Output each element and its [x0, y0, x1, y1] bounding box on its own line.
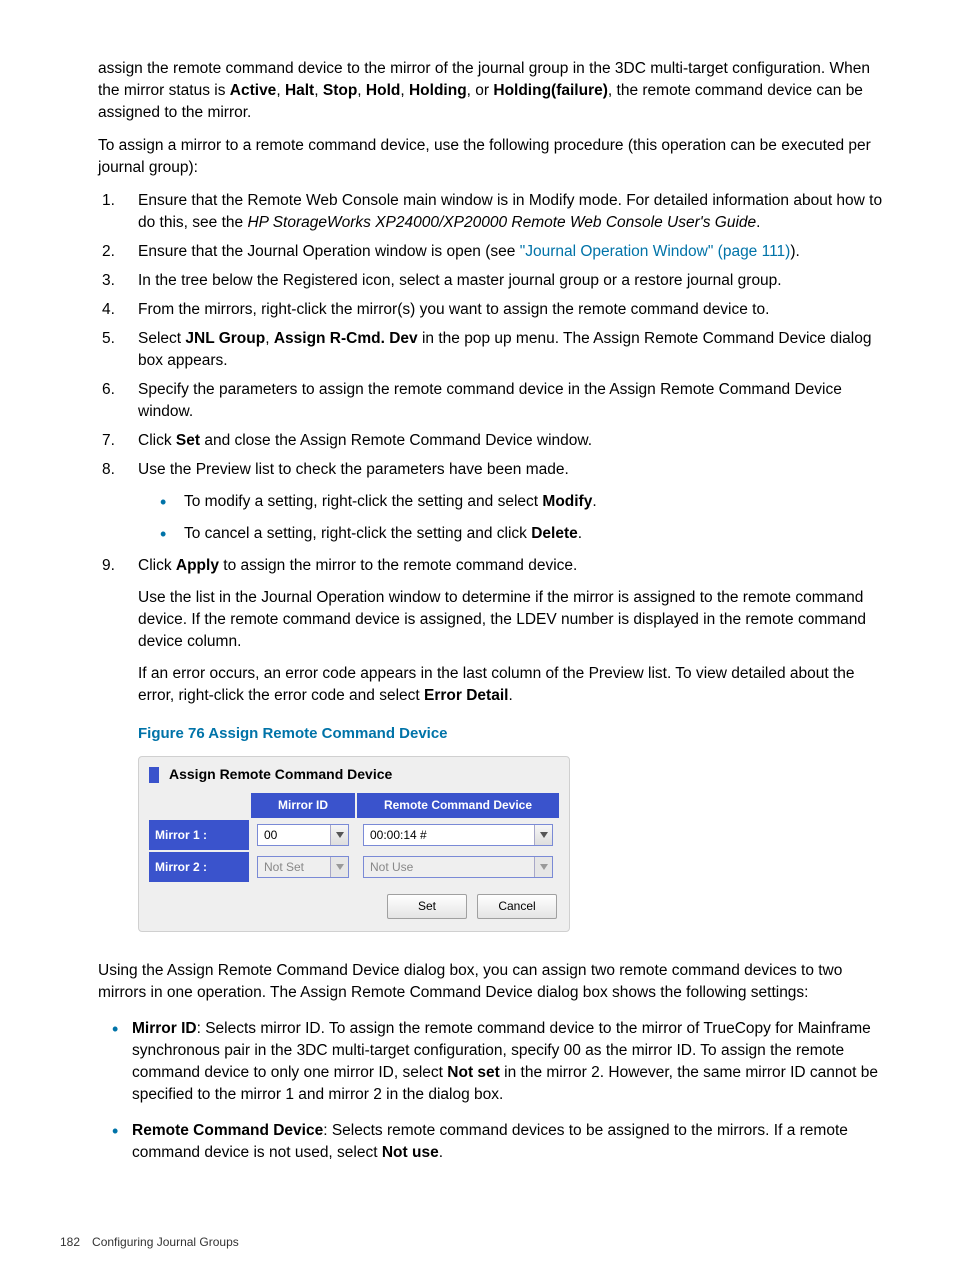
text: . — [756, 214, 760, 231]
not-use-label: Not use — [382, 1144, 439, 1161]
step-7: Click Set and close the Assign Remote Co… — [130, 430, 888, 452]
text: . — [439, 1144, 443, 1161]
mirror2-rcd-value: Not Use — [364, 857, 534, 877]
state-halt: Halt — [285, 82, 314, 99]
col-mirror-id: Mirror ID — [251, 793, 355, 818]
step-2: Ensure that the Journal Operation window… — [130, 241, 888, 263]
text: . — [508, 687, 512, 704]
text: To modify a setting, right-click the set… — [184, 493, 542, 510]
mirror2-id-dropdown[interactable]: Not Set — [257, 856, 349, 878]
text: ). — [790, 243, 799, 260]
text: , — [265, 330, 274, 347]
delete-label: Delete — [531, 525, 578, 542]
intro-paragraph-2: To assign a mirror to a remote command d… — [98, 135, 888, 179]
section-title: Configuring Journal Groups — [92, 1234, 239, 1251]
chevron-down-icon — [330, 825, 348, 845]
step-9-para-1: Use the list in the Journal Operation wi… — [138, 587, 888, 653]
dialog-table: Mirror ID Remote Command Device Mirror 1… — [147, 791, 561, 884]
apply-label: Apply — [176, 557, 219, 574]
dialog-title-row: Assign Remote Command Device — [147, 765, 561, 785]
chevron-down-icon — [534, 857, 552, 877]
journal-operation-link[interactable]: "Journal Operation Window" (page 111) — [520, 243, 791, 260]
mirror2-id-value: Not Set — [258, 857, 330, 877]
row2-label: Mirror 2 : — [149, 852, 249, 882]
dialog-figure: Assign Remote Command Device Mirror ID R… — [138, 756, 888, 932]
state-active: Active — [230, 82, 277, 99]
figure-caption: Figure 76 Assign Remote Command Device — [138, 723, 888, 744]
page-number: 182 — [60, 1234, 80, 1251]
mirror1-rcd-dropdown[interactable]: 00:00:14 # — [363, 824, 553, 846]
procedure-list: Ensure that the Remote Web Console main … — [130, 190, 888, 707]
step-1: Ensure that the Remote Web Console main … — [130, 190, 888, 234]
menu-assign-rcmd: Assign R-Cmd. Dev — [274, 330, 418, 347]
text: to assign the mirror to the remote comma… — [219, 557, 577, 574]
state-stop: Stop — [323, 82, 357, 99]
settings-list: Mirror ID: Selects mirror ID. To assign … — [132, 1018, 888, 1164]
text: To cancel a setting, right-click the set… — [184, 525, 531, 542]
chevron-down-icon — [330, 857, 348, 877]
step-4: From the mirrors, right-click the mirror… — [130, 299, 888, 321]
state-holding: Holding — [409, 82, 467, 99]
text: Select — [138, 330, 185, 347]
text: Click — [138, 432, 176, 449]
mirror-id-term: Mirror ID — [132, 1020, 197, 1037]
text: and close the Assign Remote Command Devi… — [200, 432, 592, 449]
step-6: Specify the parameters to assign the rem… — [130, 379, 888, 423]
step-9-para-2: If an error occurs, an error code appear… — [138, 663, 888, 707]
mirror1-rcd-value: 00:00:14 # — [364, 825, 534, 845]
mirror1-id-dropdown[interactable]: 00 — [257, 824, 349, 846]
text: Ensure that the Journal Operation window… — [138, 243, 520, 260]
blank-header — [149, 793, 249, 818]
step-8-sub-2: To cancel a setting, right-click the set… — [180, 523, 888, 545]
col-rcd: Remote Command Device — [357, 793, 559, 818]
text: . — [578, 525, 582, 542]
not-set-label: Not set — [447, 1064, 500, 1081]
doc-ref: HP StorageWorks XP24000/XP20000 Remote W… — [247, 214, 756, 231]
step-8: Use the Preview list to check the parame… — [130, 459, 888, 545]
state-hold: Hold — [366, 82, 400, 99]
mirror2-rcd-dropdown[interactable]: Not Use — [363, 856, 553, 878]
table-row: Mirror 1 : 00 00:00:14 # — [149, 820, 559, 850]
chevron-down-icon — [534, 825, 552, 845]
state-holding-failure: Holding(failure) — [493, 82, 608, 99]
step-3: In the tree below the Registered icon, s… — [130, 270, 888, 292]
page-footer: 182 Configuring Journal Groups — [60, 1234, 239, 1251]
table-row: Mirror 2 : Not Set Not Use — [149, 852, 559, 882]
after-paragraph: Using the Assign Remote Command Device d… — [98, 960, 888, 1004]
dialog-button-row: Set Cancel — [147, 894, 561, 919]
rcd-term: Remote Command Device — [132, 1122, 323, 1139]
dialog-title: Assign Remote Command Device — [169, 765, 392, 785]
row1-label: Mirror 1 : — [149, 820, 249, 850]
step-5: Select JNL Group, Assign R-Cmd. Dev in t… — [130, 328, 888, 372]
rcd-desc: Remote Command Device: Selects remote co… — [132, 1120, 888, 1164]
step-9: Click Apply to assign the mirror to the … — [130, 555, 888, 707]
text: Use the Preview list to check the parame… — [138, 461, 569, 478]
mirror1-id-value: 00 — [258, 825, 330, 845]
cancel-button[interactable]: Cancel — [477, 894, 557, 919]
mirror-id-desc: Mirror ID: Selects mirror ID. To assign … — [132, 1018, 888, 1106]
set-label: Set — [176, 432, 200, 449]
menu-jnl-group: JNL Group — [185, 330, 265, 347]
assign-rcd-dialog: Assign Remote Command Device Mirror ID R… — [138, 756, 570, 932]
step-8-sublist: To modify a setting, right-click the set… — [180, 491, 888, 545]
error-detail-label: Error Detail — [424, 687, 508, 704]
set-button[interactable]: Set — [387, 894, 467, 919]
modify-label: Modify — [542, 493, 592, 510]
title-marker-icon — [149, 767, 159, 783]
step-8-sub-1: To modify a setting, right-click the set… — [180, 491, 888, 513]
intro-paragraph-1: assign the remote command device to the … — [98, 58, 888, 124]
text: . — [592, 493, 596, 510]
text: Click — [138, 557, 176, 574]
